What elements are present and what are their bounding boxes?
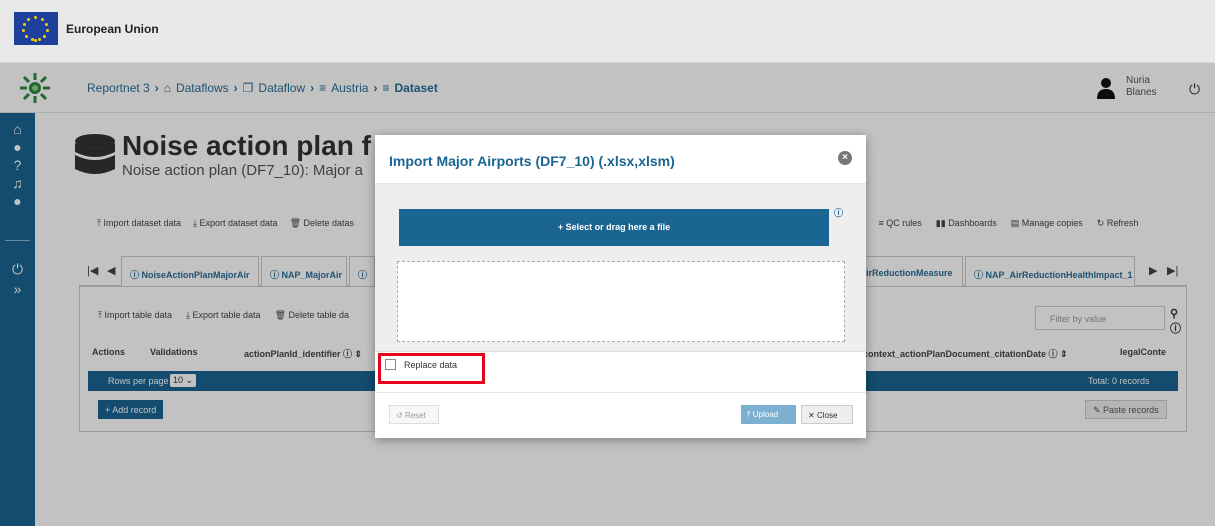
sidebar-overlay [0,113,35,526]
select-file-button[interactable]: + Select or drag here a file [399,209,829,246]
upload-button[interactable]: ⤒ Upload [741,405,796,424]
select-file-label: Select or drag here a file [565,222,671,232]
topbar-overlay [0,63,1215,113]
import-modal: Import Major Airports (DF7_10) (.xlsx,xl… [375,135,866,438]
eu-flag-icon [14,12,58,45]
close-icon[interactable]: × [838,151,852,165]
reset-label: Reset [404,411,426,420]
info-icon[interactable]: ⓘ [834,206,843,219]
close-label: Close [816,411,838,420]
reset-button[interactable]: ↺ Reset [389,405,439,424]
eu-header: European Union [0,0,1215,63]
file-dropzone[interactable] [397,261,845,342]
eu-label: European Union [66,22,159,36]
modal-header: Import Major Airports (DF7_10) (.xlsx,xl… [375,135,866,184]
modal-body: + Select or drag here a file ⓘ [375,184,866,352]
highlight-box [378,353,485,384]
close-button[interactable]: ✕ Close [801,405,853,424]
modal-footer-divider [375,392,866,393]
upload-label: Upload [752,410,779,419]
modal-title: Import Major Airports (DF7_10) (.xlsx,xl… [389,153,675,169]
